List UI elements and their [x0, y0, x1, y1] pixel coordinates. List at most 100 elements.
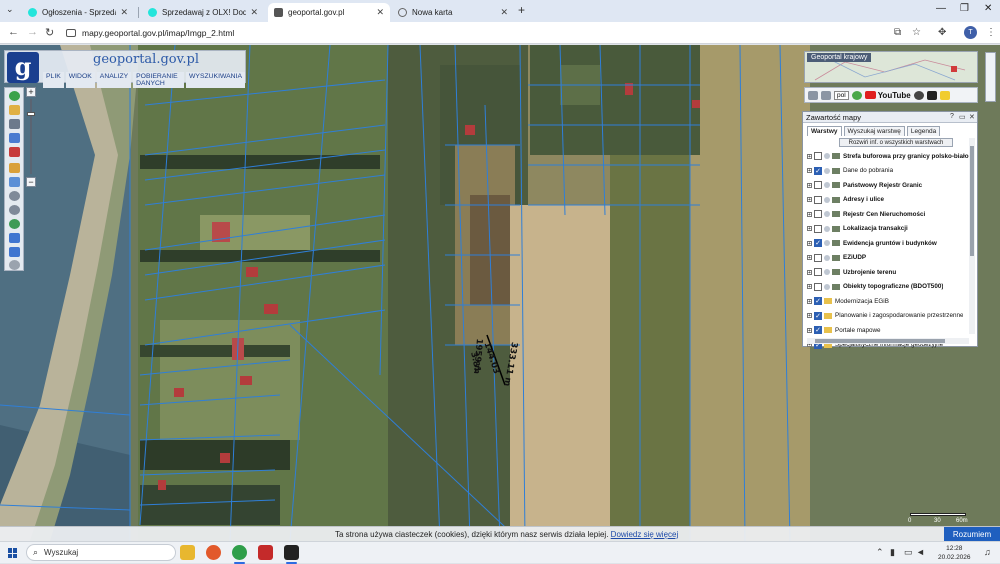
print-icon[interactable] — [821, 90, 831, 100]
layer-item[interactable]: + ✓ Ewidencja gruntów i budynków — [807, 236, 969, 251]
tab-geoportal[interactable]: geoportal.gov.pl ✕ — [268, 3, 390, 22]
layer-item[interactable]: + Rejestr Cen Nieruchomości — [807, 207, 969, 222]
marker-icon[interactable] — [9, 147, 20, 157]
layer-checkbox[interactable]: ✓ — [814, 326, 822, 335]
back-icon[interactable]: ← — [8, 26, 19, 38]
forward-icon[interactable]: → — [27, 26, 38, 38]
menu-wyszukiwania[interactable]: WYSZUKIWANIA — [186, 72, 245, 88]
close-icon[interactable]: ✕ — [250, 7, 258, 18]
menu-plik[interactable]: PLIK — [43, 72, 64, 88]
restore-icon[interactable]: ❐ — [960, 3, 969, 14]
help-icon[interactable] — [851, 90, 862, 100]
expand-icon[interactable]: + — [807, 182, 812, 188]
previous-view-icon[interactable] — [9, 233, 20, 243]
expand-icon[interactable]: + — [807, 269, 812, 275]
extensions-icon[interactable]: ✥ — [938, 27, 946, 38]
layer-checkbox[interactable]: ✓ — [814, 311, 822, 320]
zoom-plus-button[interactable]: + — [26, 87, 36, 97]
expand-icon[interactable]: + — [807, 226, 812, 232]
layer-checkbox[interactable] — [814, 195, 822, 204]
select-icon[interactable] — [9, 133, 20, 143]
expand-icon[interactable]: + — [807, 197, 812, 203]
expand-icon[interactable]: + — [807, 327, 812, 333]
tab-wyszukaj-warstwe[interactable]: Wyszukaj warstwę — [843, 126, 905, 136]
panel-horizontal-scrollbar[interactable] — [807, 338, 969, 344]
measure-pencil-icon[interactable] — [9, 163, 20, 173]
bookmark-star-icon[interactable]: ☆ — [912, 27, 921, 38]
measure-line-icon[interactable] — [9, 177, 20, 187]
settings-icon[interactable] — [9, 260, 20, 270]
url-bar[interactable]: mapy.geoportal.gov.pl/imap/Imgp_2.html — [66, 25, 886, 41]
eye-icon[interactable] — [939, 90, 950, 100]
contrast-icon[interactable] — [926, 90, 937, 100]
chevron-up-icon[interactable]: ⌃ — [876, 547, 884, 558]
layer-item[interactable]: + ✓ Modernizacja EGiB — [807, 294, 969, 309]
minimize-panel-icon[interactable]: ▭ — [959, 113, 966, 121]
tab-warstwy[interactable]: Warstwy — [807, 126, 842, 136]
tab-new-tab[interactable]: Nowa karta ✕ — [392, 3, 514, 22]
menu-kebab-icon[interactable]: ⋮ — [986, 27, 996, 38]
layer-item[interactable]: + Strefa buforowa przy granicy polsko-bia… — [807, 149, 969, 164]
windows-start-icon[interactable] — [8, 548, 18, 558]
youtube-app-icon[interactable] — [258, 545, 273, 560]
panel-vertical-scrollbar[interactable] — [969, 138, 975, 334]
menu-widok[interactable]: WIDOK — [65, 72, 95, 88]
layer-item[interactable]: + ✓ Portale mapowe — [807, 323, 969, 338]
close-panel-icon[interactable]: ✕ — [969, 113, 975, 121]
cookie-accept-button[interactable]: Rozumiem — [944, 527, 1000, 542]
layer-checkbox[interactable] — [814, 268, 822, 277]
layer-checkbox[interactable] — [814, 152, 822, 161]
chrome-icon[interactable] — [232, 545, 247, 564]
geoportal-logo[interactable]: g — [7, 52, 39, 83]
minimize-icon[interactable]: — — [936, 3, 946, 14]
layer-item[interactable]: + Państwowy Rejestr Granic — [807, 178, 969, 193]
expand-icon[interactable]: + — [807, 240, 812, 246]
youtube-link[interactable]: YouTube — [864, 91, 911, 100]
zoom-handle[interactable] — [27, 112, 35, 116]
close-icon[interactable]: ✕ — [500, 7, 508, 18]
layer-item[interactable]: + Uzbrojenie terenu — [807, 265, 969, 280]
profile-avatar[interactable]: T — [964, 26, 977, 39]
expand-icon[interactable]: + — [807, 298, 812, 304]
reload-icon[interactable]: ↻ — [45, 26, 54, 39]
layer-item[interactable]: + Lokalizacja transakcji — [807, 222, 969, 237]
clock[interactable]: 12:28 20.02.2026 — [938, 544, 971, 562]
tab-legenda[interactable]: Legenda — [906, 126, 941, 136]
layer-item[interactable]: + Adresy i ulice — [807, 193, 969, 208]
tab-list-icon[interactable]: ⌄ — [6, 4, 14, 15]
layer-checkbox[interactable]: ✓ — [814, 239, 822, 248]
install-app-icon[interactable]: ⧉ — [894, 27, 901, 38]
pan-hand-icon[interactable] — [9, 105, 20, 115]
next-view-icon[interactable] — [9, 247, 20, 257]
tab-olx-post[interactable]: Sprzedawaj z OLX! Dodaj ofertę ✕ — [142, 3, 264, 22]
expand-icon[interactable]: + — [807, 211, 812, 217]
network-icon[interactable]: ▭ — [904, 547, 913, 558]
expand-icon[interactable]: + — [807, 168, 812, 174]
volume-icon[interactable]: ◄ — [916, 547, 925, 557]
expand-icon[interactable]: + — [807, 284, 812, 290]
menu-pobieranie-danych[interactable]: POBIERANIE DANYCH — [133, 72, 184, 88]
overview-map[interactable]: Geoportal krajowy — [804, 51, 978, 83]
zoom-in-icon[interactable] — [9, 191, 20, 201]
zoom-out-icon[interactable] — [9, 205, 20, 215]
layer-checkbox[interactable] — [814, 253, 822, 262]
firefox-icon[interactable] — [206, 545, 221, 560]
zoom-minus-button[interactable]: − — [26, 177, 36, 187]
layer-checkbox[interactable] — [814, 224, 822, 233]
info-icon[interactable] — [9, 91, 20, 101]
layer-item[interactable]: + ✓ Planowanie i zagospodarowanie przestrz… — [807, 309, 969, 324]
layer-checkbox[interactable]: ✓ — [814, 166, 822, 175]
layer-checkbox[interactable] — [814, 210, 822, 219]
menu-analizy[interactable]: ANALIZY — [96, 72, 132, 88]
tab-olx-listings[interactable]: Ogłoszenia - Sprzedam, kupię ✕ — [22, 3, 134, 22]
expand-icon[interactable]: + — [807, 313, 812, 319]
accessibility-icon[interactable] — [913, 90, 924, 100]
notification-bell-icon[interactable]: ♫ — [984, 547, 991, 557]
microphone-icon[interactable]: ▮ — [890, 547, 895, 558]
taskbar-search[interactable]: ⌕ Wyszukaj — [26, 544, 176, 561]
terminal-app-icon[interactable] — [284, 545, 299, 564]
overview-toggle-button[interactable] — [985, 52, 996, 102]
help-icon[interactable]: ? — [950, 113, 954, 120]
site-info-icon[interactable] — [66, 29, 76, 37]
close-icon[interactable]: ✕ — [376, 7, 384, 18]
